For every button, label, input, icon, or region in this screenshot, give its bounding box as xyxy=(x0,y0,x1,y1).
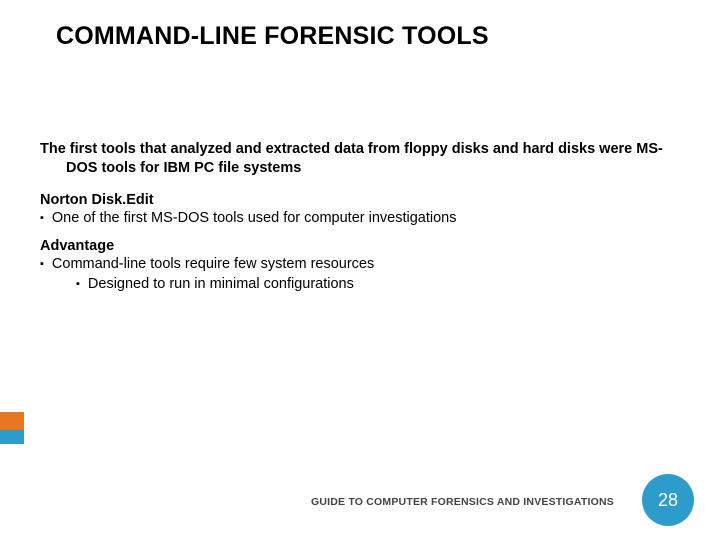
bullet-advantage: Command-line tools require few system re… xyxy=(40,256,680,272)
section-heading-norton: Norton Disk.Edit xyxy=(40,192,680,208)
bullet-norton: One of the first MS-DOS tools used for c… xyxy=(40,210,680,226)
intro-paragraph: The first tools that analyzed and extrac… xyxy=(40,140,680,178)
accent-blue xyxy=(0,430,24,444)
slide: COMMAND-LINE FORENSIC TOOLS The first to… xyxy=(0,0,720,540)
page-number-badge: 28 xyxy=(642,474,694,526)
bullet-advantage-sub: Designed to run in minimal configuration… xyxy=(76,276,680,292)
footer-text: GUIDE TO COMPUTER FORENSICS AND INVESTIG… xyxy=(311,496,614,508)
slide-body: The first tools that analyzed and extrac… xyxy=(40,140,680,292)
section-heading-advantage: Advantage xyxy=(40,238,680,254)
accent-bars xyxy=(0,412,24,444)
page-number: 28 xyxy=(658,490,678,511)
accent-orange xyxy=(0,412,24,430)
slide-title: COMMAND-LINE FORENSIC TOOLS xyxy=(56,22,489,51)
